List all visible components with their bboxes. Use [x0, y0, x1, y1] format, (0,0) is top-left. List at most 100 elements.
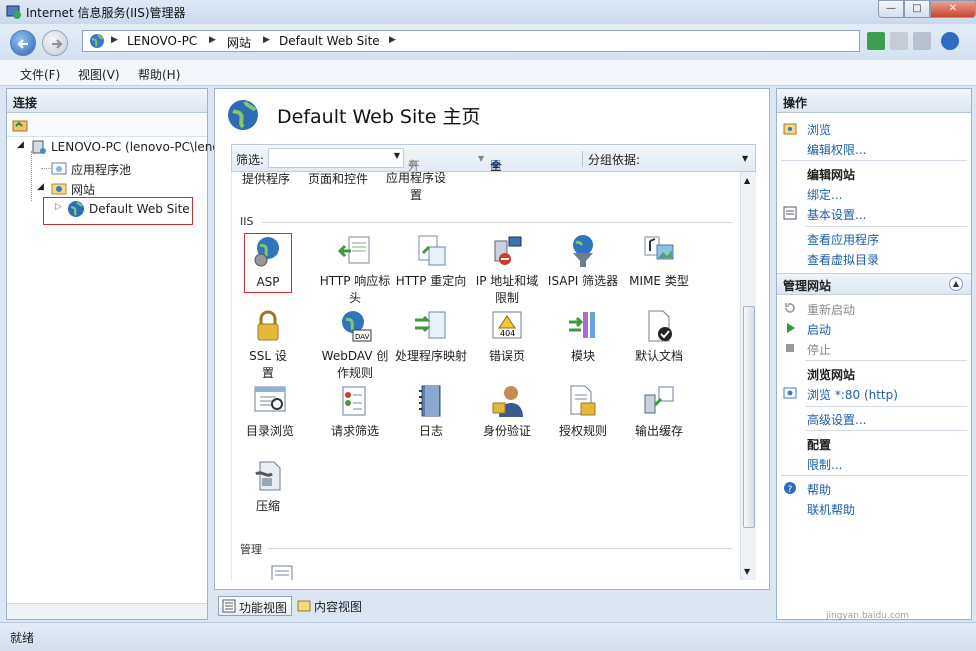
tree-sites[interactable]: 网站 [71, 181, 95, 198]
actions-divider [781, 475, 967, 476]
logging-icon [419, 385, 441, 417]
feature-webdav[interactable]: DAV WebDAV 创作规则 [318, 308, 392, 382]
ssl-settings-icon [257, 310, 279, 341]
start-dropdown-arrow-icon[interactable]: ▼ [478, 154, 484, 163]
title-bar: Internet 信息服务(IIS)管理器 — □ ✕ [0, 0, 976, 24]
scroll-down-icon[interactable]: ▼ [744, 567, 750, 576]
feature-isapi-filters[interactable]: ISAPI 筛选器 [546, 233, 620, 290]
management-feature-icon[interactable] [270, 564, 294, 580]
feature-compression[interactable]: 压缩 [244, 458, 292, 515]
watermark-url: jingyan.baidu.com [826, 611, 910, 621]
feature-request-filtering[interactable]: 请求筛选 [318, 383, 392, 440]
feature-ssl-settings[interactable]: SSL 设置 [244, 308, 292, 382]
action-start[interactable]: 启动 [807, 321, 831, 338]
content-view-icon [297, 600, 311, 612]
authentication-icon [492, 386, 523, 417]
feature-ip-restrictions[interactable]: IP 地址和域限制 [470, 233, 544, 307]
collapse-arrow-icon[interactable]: ▷ [55, 202, 62, 212]
action-advanced-settings[interactable]: 高级设置... [807, 411, 866, 428]
connections-panel: 连接 ◢ LENOVO-PC (lenovo-PC\lenovo) 应用程序池 … [6, 88, 239, 620]
feature-directory-browsing[interactable]: 目录浏览 [244, 383, 296, 440]
action-online-help[interactable]: 联机帮助 [807, 501, 855, 518]
connect-icon[interactable] [12, 117, 28, 133]
feature-http-redirect[interactable]: HTTP 重定向 [394, 233, 468, 290]
action-restart[interactable]: 重新启动 [807, 301, 855, 318]
feature-error-pages[interactable]: 404 错误页 [470, 308, 544, 365]
tree-server[interactable]: LENOVO-PC (lenovo-PC\lenovo) [51, 140, 239, 154]
refresh-icon[interactable] [867, 32, 885, 50]
filter-input[interactable]: ▼ [268, 148, 404, 168]
status-text: 就绪 [10, 631, 35, 645]
feature-output-caching[interactable]: 输出缓存 [622, 383, 696, 440]
feature-partial-1[interactable]: 提供程序 [242, 172, 290, 187]
menu-file[interactable]: 文件(F) [20, 66, 60, 83]
action-basic-settings[interactable]: 基本设置... [807, 206, 866, 223]
expand-arrow-icon[interactable]: ◢ [17, 140, 24, 150]
features-view-icon [222, 599, 236, 613]
features-view-tab[interactable]: 功能视图 [218, 596, 293, 616]
feature-label: 错误页 [488, 349, 525, 363]
feature-authentication[interactable]: 身份验证 [470, 383, 544, 440]
home-icon[interactable] [913, 32, 931, 50]
scroll-thumb[interactable] [743, 306, 755, 528]
features-vscrollbar[interactable]: ▲ ▼ [740, 172, 756, 580]
feature-partial-3[interactable]: 应用程序设置 [382, 172, 450, 204]
minimize-button[interactable]: — [878, 0, 904, 18]
action-view-virtual-dirs[interactable]: 查看虚拟目录 [807, 251, 879, 268]
stop-icon[interactable] [890, 32, 908, 50]
feature-asp[interactable]: ASP [244, 233, 292, 293]
ip-restrictions-icon [494, 236, 522, 265]
tree-app-pools[interactable]: 应用程序池 [71, 161, 131, 178]
connections-toolbar [7, 113, 207, 137]
action-stop[interactable]: 停止 [807, 341, 831, 358]
back-button[interactable] [10, 30, 36, 56]
feature-label: IP 地址和域限制 [475, 274, 539, 305]
breadcrumb-site[interactable]: Default Web Site [279, 34, 380, 48]
http-response-headers-icon [337, 236, 370, 264]
feature-partial-2[interactable]: 页面和控件 [308, 172, 368, 187]
feature-mime-types[interactable]: MIME 类型 [622, 233, 696, 290]
action-browse-http[interactable]: 浏览 *:80 (http) [807, 386, 898, 403]
actions-title: 操作 [783, 96, 808, 110]
feature-authorization-rules[interactable]: 授权规则 [546, 383, 620, 440]
action-limits[interactable]: 限制... [807, 456, 842, 473]
action-help[interactable]: 帮助 [807, 481, 831, 498]
manage-site-section[interactable]: 管理网站 ▲ [777, 273, 971, 295]
output-caching-icon [644, 386, 674, 414]
breadcrumb-server[interactable]: LENOVO-PC [127, 34, 197, 48]
menu-view[interactable]: 视图(V) [78, 66, 120, 83]
feature-default-document[interactable]: 默认文档 [622, 308, 696, 365]
sites-folder-icon [51, 183, 67, 195]
action-bindings[interactable]: 绑定... [807, 186, 842, 203]
forward-button[interactable] [42, 30, 68, 56]
tree-guide-line [31, 151, 32, 201]
content-view-tab[interactable]: 内容视图 [294, 596, 366, 616]
tree-default-web-site[interactable]: Default Web Site [89, 202, 190, 216]
help-icon[interactable] [941, 32, 959, 50]
maximize-button[interactable]: □ [904, 0, 930, 18]
scroll-up-icon[interactable]: ▲ [744, 176, 750, 185]
filter-divider [582, 151, 583, 167]
address-bar[interactable]: ▶ LENOVO-PC ▶ 网站 ▶ Default Web Site ▶ [82, 30, 860, 52]
action-edit-permissions[interactable]: 编辑权限... [807, 141, 866, 158]
features-view-label: 功能视图 [239, 601, 288, 615]
action-browse[interactable]: 浏览 [807, 121, 831, 138]
close-button[interactable]: ✕ [930, 0, 976, 18]
actions-divider [805, 406, 967, 407]
breadcrumb-sites[interactable]: 网站 [227, 34, 251, 51]
group-divider [262, 222, 732, 223]
feature-label: SSL 设置 [249, 349, 287, 380]
feature-logging[interactable]: 日志 [394, 383, 468, 440]
feature-handler-mappings[interactable]: 处理程序映射 [394, 308, 468, 365]
collapse-icon[interactable]: ▲ [949, 277, 963, 291]
filter-label: 筛选: [236, 153, 265, 167]
menu-help[interactable]: 帮助(H) [138, 66, 180, 83]
connections-hscrollbar[interactable] [7, 603, 207, 619]
group-by-dropdown-icon[interactable]: ▼ [742, 154, 748, 163]
feature-modules[interactable]: 模块 [546, 308, 620, 365]
feature-http-response-headers[interactable]: HTTP 响应标头 [318, 233, 392, 307]
filter-dropdown-arrow-icon[interactable]: ▼ [394, 151, 400, 160]
group-label-management: 管理 [240, 543, 262, 556]
expand-arrow-icon[interactable]: ◢ [37, 182, 44, 192]
action-view-applications[interactable]: 查看应用程序 [807, 231, 879, 248]
